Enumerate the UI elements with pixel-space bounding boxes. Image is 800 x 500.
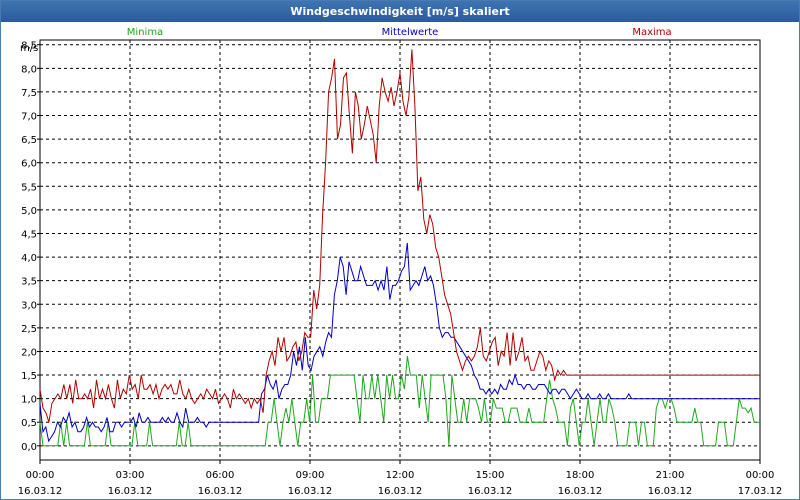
y-tick-label: 1,5 xyxy=(21,371,37,382)
legend-entry-minima: Minima xyxy=(127,27,163,38)
x-tick-date-label: 16.03.12 xyxy=(108,486,153,497)
y-tick-label: 0,5 xyxy=(21,418,37,429)
legend-entry-maxima: Maxima xyxy=(632,27,671,38)
x-tick-time-label: 15:00 xyxy=(476,470,505,481)
x-tick-date-label: 16.03.12 xyxy=(648,486,693,497)
y-tick-label: 4,5 xyxy=(21,229,37,240)
legend-entry-mittelwerte: Mittelwerte xyxy=(382,27,439,38)
x-tick-date-label: 16.03.12 xyxy=(198,486,243,497)
y-tick-label: 3,5 xyxy=(21,277,37,288)
x-tick-date-label: 16.03.12 xyxy=(558,486,603,497)
y-tick-label: 5,0 xyxy=(21,206,37,217)
x-tick-date-label: 16.03.12 xyxy=(18,486,63,497)
y-tick-label: 3,0 xyxy=(21,300,37,311)
x-tick-time-label: 09:00 xyxy=(296,470,325,481)
y-axis-ticks: 0,0 0,5 1,0 1,5 2,0 2,5 3,0 3,5 4,0 4,5 5,0 5,5 6,0 6… xyxy=(21,41,40,453)
wind-speed-chart: m/s 0,00,51,01,52,02,53,03,54,04,55,05,5… xyxy=(18,27,783,497)
y-tick-label: 2,0 xyxy=(21,347,37,358)
x-tick-time-label: 12:00 xyxy=(386,470,415,481)
y-tick-label: 6,5 xyxy=(21,135,37,146)
y-tick-label: 5,5 xyxy=(21,182,37,193)
y-tick-label: 8,5 xyxy=(21,41,37,52)
y-tick-label: 6,0 xyxy=(21,159,37,170)
y-tick-label: 2,5 xyxy=(21,324,37,335)
x-tick-date-label: 16.03.12 xyxy=(378,486,423,497)
x-tick-date-label: 16.03.12 xyxy=(468,486,513,497)
y-tick-label: 8,0 xyxy=(21,64,37,75)
y-tick-label: 4,0 xyxy=(21,253,37,264)
x-axis-ticks: 00:00 16.03.12 03:00 16.03.12 06:00 16.03.12 0… xyxy=(18,460,783,497)
x-tick-time-label: 18:00 xyxy=(566,470,595,481)
y-tick-label: 7,0 xyxy=(21,112,37,123)
legend: Minima Mittelwerte Maxima xyxy=(127,27,672,38)
x-tick-time-label: 00:00 xyxy=(746,470,775,481)
x-tick-time-label: 06:00 xyxy=(206,470,235,481)
x-tick-time-label: 00:00 xyxy=(26,470,55,481)
y-tick-label: 1,0 xyxy=(21,395,37,406)
x-tick-date-label: 17.03.12 xyxy=(738,486,783,497)
x-tick-time-label: 21:00 xyxy=(656,470,685,481)
x-tick-time-label: 03:00 xyxy=(116,470,145,481)
x-tick-date-label: 16.03.12 xyxy=(288,486,333,497)
y-tick-label: 0,0 xyxy=(21,442,37,453)
y-tick-label: 7,5 xyxy=(21,88,37,99)
